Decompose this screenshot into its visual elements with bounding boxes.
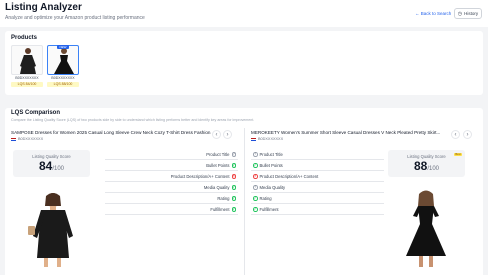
- left-product-asin: B0DXXXXXXX: [11, 137, 43, 141]
- page-subtitle: Analyze and optimize your Amazon product…: [5, 15, 145, 21]
- question-icon: ?: [253, 152, 258, 157]
- us-flag-icon: [251, 137, 256, 141]
- product-score-badge: LQS 88/100: [47, 82, 79, 87]
- question-icon: ?: [231, 152, 236, 157]
- check-icon: ✓: [231, 163, 236, 168]
- back-to-search-link[interactable]: ← Back to Search: [415, 11, 451, 16]
- product-item-2[interactable]: NEW B0DXXXXXXX LQS 88/100: [47, 45, 79, 89]
- question-icon: ?: [253, 185, 258, 190]
- x-icon: ×: [231, 174, 236, 179]
- chevron-left-icon: ‹: [215, 131, 218, 138]
- left-criterion-rating: Rating ✓: [105, 194, 238, 204]
- history-label: History: [464, 11, 479, 16]
- product-score-badge: LQS 84/100: [11, 82, 43, 87]
- check-icon: ✓: [253, 196, 258, 201]
- dress-image: [20, 48, 36, 74]
- left-criterion-media: Media Quality ✓: [105, 183, 238, 193]
- us-flag-icon: [11, 137, 16, 141]
- left-product-image: [13, 188, 90, 270]
- dress-image: [13, 188, 90, 270]
- left-criterion-bullets: Bullet Points ✓: [105, 161, 238, 171]
- new-tag: NEW: [57, 45, 69, 49]
- clock-icon: ◷: [457, 10, 463, 17]
- left-criterion-description: Product Description/A+ Content ×: [105, 172, 238, 182]
- dress-image: [388, 188, 465, 270]
- dress-image: [54, 48, 74, 74]
- asin-text: B0DXXXXXXX: [258, 137, 284, 141]
- score-value: 88/100: [413, 159, 440, 173]
- comparison-title: LQS Comparison: [11, 110, 61, 116]
- right-product-title: MEROKEETY Women's Summer Short Sleeve Ca…: [251, 130, 441, 135]
- score-value: 84/100: [38, 159, 65, 173]
- left-criterion-fulfillment: Fulfillment ✓: [105, 205, 238, 215]
- comparison-description: Compare the Listing Quality Score (LQS) …: [11, 118, 255, 122]
- left-criterion-title: Product Title?: [105, 150, 238, 160]
- chevron-right-icon: ›: [226, 131, 229, 138]
- app-header: Listing Analyzer Analyze and optimize yo…: [0, 0, 488, 27]
- check-icon: ✓: [253, 207, 258, 212]
- right-criterion-fulfillment: ✓ Fulfillment: [251, 205, 384, 215]
- right-criterion-bullets: ✓ Bullet Points: [251, 161, 384, 171]
- page-title: Listing Analyzer: [5, 2, 82, 13]
- right-product-asin: B0DXXXXXXX: [251, 137, 283, 141]
- products-card: Products B0DXXXXXXX LQS 84/100 NEW B0DXX…: [5, 31, 483, 95]
- left-product-title: SAMPOSE Dresses for Women 2025 Casual Lo…: [11, 130, 211, 135]
- right-criterion-rating: ✓ Rating: [251, 194, 384, 204]
- x-icon: ×: [253, 174, 258, 179]
- right-prev-button[interactable]: ‹: [451, 130, 460, 139]
- chevron-right-icon: ›: [466, 131, 469, 138]
- asin-text: B0DXXXXXXX: [18, 137, 44, 141]
- right-criterion-media: ? Media Quality: [251, 183, 384, 193]
- product-sku: B0DXXXXXXX: [51, 76, 75, 80]
- right-criterion-description: × Product Description/A+ Content: [251, 172, 384, 182]
- left-next-button[interactable]: ›: [223, 130, 232, 139]
- right-score-box: Best Listing Quality Score 88/100: [388, 150, 465, 177]
- chevron-left-icon: ‹: [454, 131, 457, 138]
- right-criterion-title: ? Product Title: [251, 150, 384, 160]
- left-prev-button[interactable]: ‹: [212, 130, 221, 139]
- column-divider: [244, 128, 245, 275]
- product-sku: B0DXXXXXXX: [15, 76, 39, 80]
- check-icon: ✓: [231, 207, 236, 212]
- right-next-button[interactable]: ›: [463, 130, 472, 139]
- right-product-image: [388, 188, 465, 270]
- check-icon: ✓: [231, 196, 236, 201]
- product-thumbnail: [11, 45, 43, 75]
- check-icon: ✓: [231, 185, 236, 190]
- left-score-box: Listing Quality Score 84/100: [13, 150, 90, 177]
- history-button[interactable]: ◷ History: [454, 8, 482, 19]
- product-thumbnail: [47, 45, 79, 75]
- product-item-1[interactable]: B0DXXXXXXX LQS 84/100: [11, 45, 43, 89]
- check-icon: ✓: [253, 163, 258, 168]
- comparison-card: LQS Comparison Compare the Listing Quali…: [5, 108, 483, 275]
- products-title: Products: [11, 35, 38, 41]
